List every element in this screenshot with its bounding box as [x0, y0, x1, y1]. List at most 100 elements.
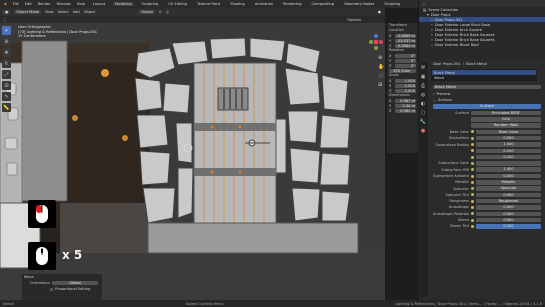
rotation-mode-select[interactable]: XYZ Euler — [389, 68, 416, 73]
orientation-select[interactable]: Global — [52, 280, 98, 286]
socket-icon[interactable] — [471, 205, 474, 209]
socket-icon[interactable] — [471, 136, 474, 140]
pan-icon[interactable]: ✋ — [378, 64, 386, 70]
filter-icon[interactable]: ⌕ — [423, 2, 425, 6]
shading-solid-icon[interactable]: ● — [378, 10, 381, 14]
navigation-gizmo[interactable] — [366, 32, 386, 52]
dimensions-z-field[interactable]: 0.982 m — [395, 108, 416, 113]
blender-logo-icon[interactable]: ◆ — [4, 2, 7, 6]
tab-geometry-nodes[interactable]: Geometry Nodes — [342, 2, 376, 6]
move-tool-icon[interactable]: ✥ — [2, 48, 11, 57]
3d-viewport[interactable] — [0, 23, 385, 300]
tab-modeling[interactable]: Modeling — [113, 2, 134, 6]
tab-rendering[interactable]: Rendering — [281, 2, 303, 6]
tab-uv-editing[interactable]: UV Editing — [166, 2, 189, 6]
material-selector[interactable]: Black Metal — [433, 84, 541, 90]
menu-select[interactable]: Select — [58, 10, 69, 14]
output-tab-icon[interactable]: ⎙ — [421, 83, 425, 89]
location-y-field[interactable]: -53.937 m — [395, 38, 416, 43]
editor-type-button[interactable]: ▣ — [3, 10, 11, 14]
tab-sculpting[interactable]: Sculpting — [140, 2, 161, 6]
menu-window[interactable]: Window — [57, 2, 71, 6]
distribution-select[interactable]: GGX — [471, 117, 541, 122]
world-tab-icon[interactable]: ◐ — [421, 101, 425, 107]
property-value-field[interactable] — [476, 161, 541, 166]
menu-render[interactable]: Render — [38, 2, 51, 6]
rotation-y-field[interactable]: 0° — [395, 58, 416, 63]
socket-icon[interactable] — [471, 180, 474, 184]
socket-icon[interactable] — [471, 149, 474, 153]
property-value-field[interactable]: 0.500 — [476, 224, 541, 229]
menu-edit[interactable]: Edit — [25, 2, 32, 6]
socket-icon[interactable] — [471, 143, 474, 147]
tab-animation[interactable]: Animation — [253, 2, 275, 6]
zoom-icon[interactable]: ⊕ — [378, 55, 386, 61]
socket-icon[interactable] — [471, 212, 474, 216]
property-value-field[interactable]: Roughness — [476, 198, 541, 204]
material-tab-icon[interactable]: ● — [421, 128, 425, 134]
measure-tool-icon[interactable]: 📏 — [2, 103, 11, 112]
object-tab-icon[interactable]: ▢ — [421, 110, 426, 116]
location-z-field[interactable]: -0.0864 m — [395, 43, 416, 48]
surface-shader-select[interactable]: Principled BSDF — [471, 110, 541, 116]
socket-icon[interactable] — [471, 187, 474, 191]
tab-texture-paint[interactable]: Texture Paint — [195, 2, 222, 6]
socket-icon[interactable] — [471, 155, 474, 159]
rotation-z-field[interactable]: 0° — [395, 63, 416, 68]
surface-tab[interactable]: Surface — [433, 104, 541, 109]
location-x-field[interactable]: -0.0869 m — [395, 33, 416, 38]
scale-tool-icon[interactable]: ⤢ — [2, 70, 11, 79]
rotate-tool-icon[interactable]: ↻ — [2, 59, 11, 68]
property-value-field[interactable]: Base Color — [476, 129, 541, 135]
select-box-icon[interactable]: ⬚ — [3, 18, 6, 22]
socket-icon[interactable] — [471, 168, 474, 172]
property-value-field[interactable]: 0.000 — [476, 192, 541, 198]
render-tab-icon[interactable]: ▣ — [421, 74, 426, 80]
tab-layout[interactable]: Layout — [91, 2, 107, 6]
mode-selector[interactable]: Object Mode — [14, 10, 42, 14]
property-value-field[interactable]: 0.000 — [476, 211, 541, 217]
tab-compositing[interactable]: Compositing — [310, 2, 337, 6]
transform-tool-icon[interactable]: ⊞ — [2, 81, 11, 90]
select-tool-icon[interactable]: ➤ — [2, 26, 11, 35]
socket-icon[interactable] — [471, 218, 474, 222]
property-value-field[interactable]: 0.000 — [476, 135, 541, 141]
material-slot-item[interactable]: Wood — [432, 75, 536, 80]
tab-scripting[interactable]: Scripting — [382, 2, 402, 6]
property-value-field[interactable]: Specular — [476, 186, 541, 191]
property-value-field[interactable]: 0.000 — [476, 205, 541, 210]
tab-shading[interactable]: Shading — [228, 2, 247, 6]
socket-icon[interactable] — [471, 161, 474, 165]
options-menu[interactable]: Options — [347, 18, 361, 22]
proportional-checkbox[interactable] — [50, 287, 53, 291]
property-value-field[interactable]: 0.000 — [476, 217, 541, 223]
orientation-selector[interactable]: Global — [139, 10, 155, 14]
property-value-field[interactable]: 1.000 — [476, 142, 541, 147]
scale-x-field[interactable]: 1.000 — [395, 78, 416, 83]
property-value-field[interactable]: 0.000 — [476, 173, 541, 179]
outliner-item[interactable]: ▿ Door Exterior Block Roof — [419, 42, 545, 47]
cursor-tool-icon[interactable]: ⊕ — [2, 37, 11, 46]
socket-icon[interactable] — [471, 174, 474, 178]
dimensions-y-field[interactable]: 0.34 m — [395, 103, 416, 108]
scale-z-field[interactable]: 1.000 — [395, 88, 416, 93]
modifier-tab-icon[interactable]: 🔧 — [420, 119, 426, 125]
snap-icon[interactable]: ⊙ — [159, 10, 162, 14]
menu-add[interactable]: Add — [73, 10, 80, 14]
rotation-x-field[interactable]: 0° — [395, 53, 416, 58]
property-value-field[interactable]: 0.100 — [476, 154, 541, 160]
socket-icon[interactable] — [471, 224, 474, 228]
socket-icon[interactable] — [471, 130, 474, 134]
tool-tab-icon[interactable]: ⚒ — [421, 65, 425, 71]
grid-icon[interactable]: ⊞ — [378, 82, 386, 88]
property-value-field[interactable]: 0.200 — [476, 148, 541, 154]
scene-tab-icon[interactable]: ◍ — [421, 92, 425, 98]
menu-object[interactable]: Object — [84, 10, 96, 14]
menu-file[interactable]: File — [13, 2, 19, 6]
proportional-icon[interactable]: ◎ — [166, 10, 169, 14]
menu-view[interactable]: View — [45, 10, 54, 14]
camera-icon[interactable]: 🎥 — [378, 73, 386, 79]
menu-help[interactable]: Help — [77, 2, 85, 6]
annotate-tool-icon[interactable]: ✎ — [2, 92, 11, 101]
socket-icon[interactable] — [471, 199, 474, 203]
